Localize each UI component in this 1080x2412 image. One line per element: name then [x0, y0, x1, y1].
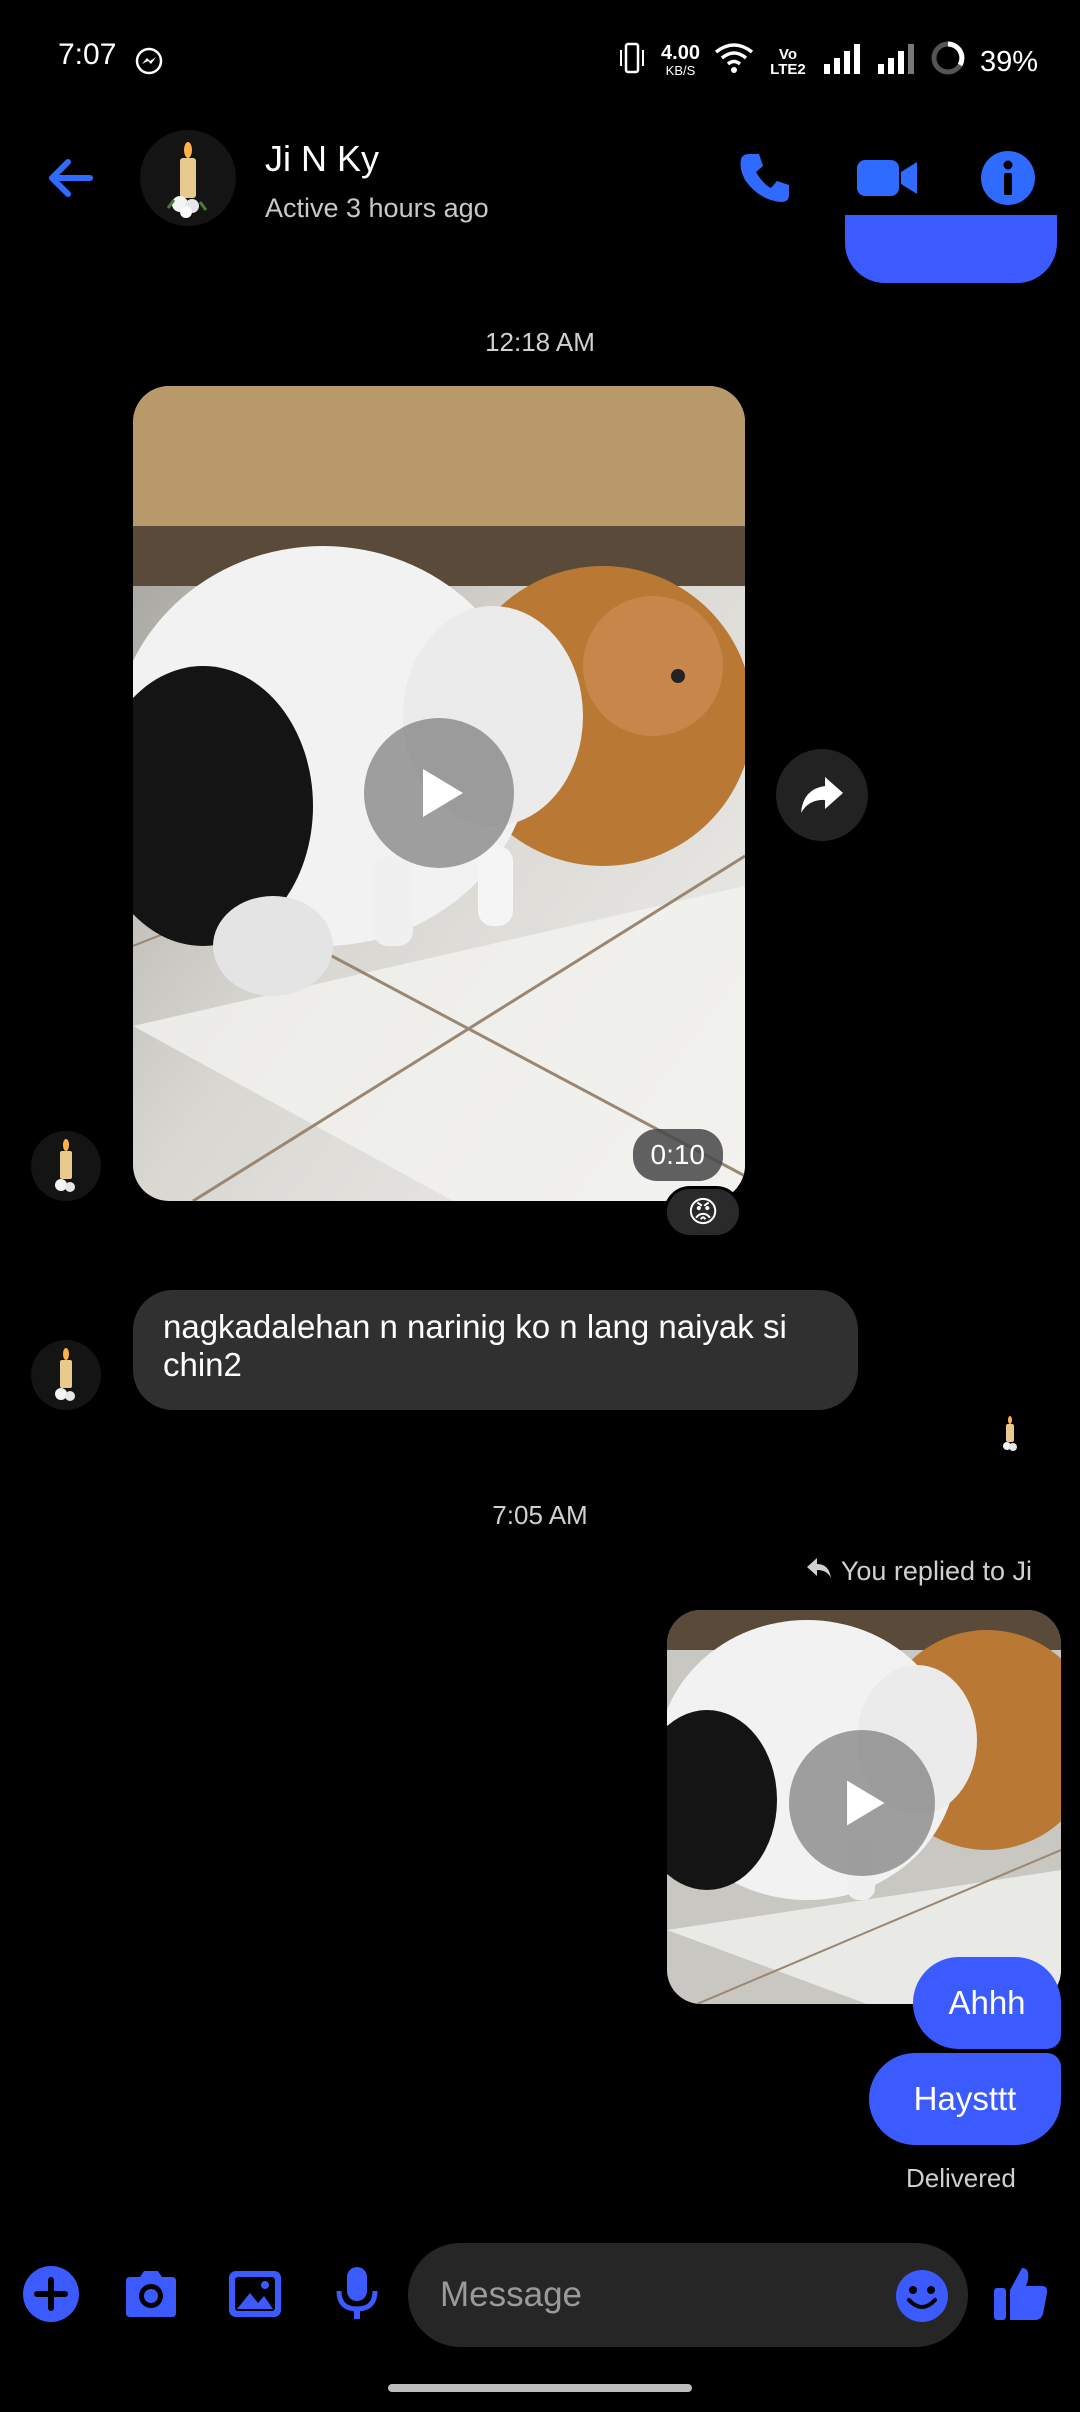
- video-call-icon[interactable]: [855, 148, 917, 208]
- video-duration: 0:10: [632, 1129, 723, 1181]
- play-icon[interactable]: [364, 718, 514, 868]
- vibrate-icon: [617, 40, 647, 84]
- reply-indicator: You replied to Ji: [805, 1556, 1032, 1587]
- signal-icon-sim2: [876, 42, 916, 82]
- camera-icon[interactable]: [120, 2263, 182, 2325]
- play-icon[interactable]: [789, 1730, 935, 1876]
- status-icons: 4.00 KB/S Vo LTE2 39%: [617, 40, 1038, 84]
- network-speed: 4.00 KB/S: [661, 42, 700, 78]
- gallery-icon[interactable]: [224, 2263, 286, 2325]
- volte-indicator: Vo LTE2: [770, 46, 806, 78]
- plus-icon[interactable]: [20, 2263, 82, 2325]
- outgoing-message-bubble[interactable]: Ahhh: [913, 1957, 1061, 2049]
- messenger-notification-icon: [134, 46, 164, 81]
- outgoing-message-bubble[interactable]: Haysttt: [869, 2053, 1061, 2145]
- home-indicator[interactable]: [388, 2384, 692, 2392]
- incoming-message-bubble[interactable]: nagkadalehan n narinig ko n lang naiyak …: [133, 1290, 858, 1410]
- sender-avatar[interactable]: [31, 1131, 101, 1201]
- wifi-icon: [714, 42, 754, 82]
- info-icon[interactable]: [978, 148, 1038, 208]
- signal-icon-sim1: [822, 42, 862, 82]
- contact-avatar[interactable]: [140, 130, 236, 226]
- contact-name[interactable]: Ji N Ky: [265, 138, 379, 180]
- thumbs-up-icon[interactable]: [990, 2262, 1052, 2324]
- status-time: 7:07: [58, 38, 117, 71]
- forward-share-icon[interactable]: [776, 749, 868, 841]
- phone-call-icon[interactable]: [735, 148, 795, 208]
- timestamp: 12:18 AM: [485, 327, 595, 357]
- delivery-status: Delivered: [906, 2163, 1016, 2193]
- previous-message-bubble[interactable]: [845, 215, 1057, 283]
- reply-arrow-icon: [805, 1556, 833, 1587]
- battery-icon: [930, 40, 966, 84]
- message-placeholder: Message: [440, 2275, 583, 2314]
- emoji-icon[interactable]: [894, 2268, 950, 2324]
- video-message[interactable]: 0:10: [133, 386, 745, 1201]
- reply-note-text: You replied to Ji: [840, 1556, 1032, 1586]
- replied-video-thumbnail[interactable]: [667, 1610, 1061, 2004]
- timestamp: 7:05 AM: [492, 1500, 588, 1530]
- read-receipt-avatar: [996, 1415, 1024, 1453]
- sender-avatar[interactable]: [31, 1340, 101, 1410]
- back-arrow-icon[interactable]: [42, 150, 98, 206]
- active-status: Active 3 hours ago: [265, 193, 489, 223]
- reaction-badge[interactable]: 😡: [664, 1186, 742, 1238]
- battery-level: 39%: [979, 45, 1038, 78]
- microphone-icon[interactable]: [326, 2263, 388, 2325]
